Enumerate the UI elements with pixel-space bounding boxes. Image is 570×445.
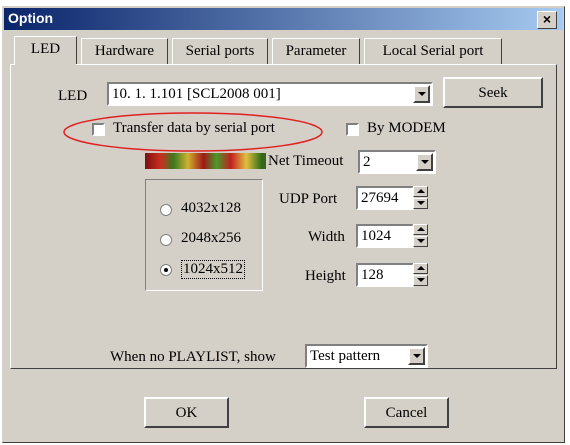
radio-4032x128[interactable] xyxy=(160,204,172,216)
led-label: LED xyxy=(58,88,88,104)
seek-button[interactable]: Seek xyxy=(443,77,543,108)
active-tab-join xyxy=(15,63,76,66)
playlist-dropdown-button[interactable] xyxy=(408,347,425,365)
height-input[interactable]: 128 xyxy=(356,263,414,287)
title-bar[interactable] xyxy=(4,8,563,30)
udp-port-label: UDP Port xyxy=(279,191,338,207)
close-button[interactable]: × xyxy=(537,11,557,29)
net-timeout-dropdown-button[interactable] xyxy=(416,153,433,171)
ok-button[interactable]: OK xyxy=(144,397,229,428)
radio-1024x512[interactable] xyxy=(160,264,172,276)
by-modem-label: By MODEM xyxy=(367,120,446,136)
radio-label-2048x256: 2048x256 xyxy=(181,230,241,246)
color-strip-image xyxy=(145,153,275,169)
width-spin-up[interactable] xyxy=(413,224,428,235)
tab-serial-ports[interactable]: Serial ports xyxy=(172,38,268,65)
led-dropdown-button[interactable] xyxy=(413,85,430,103)
tab-led[interactable]: LED xyxy=(14,36,77,65)
radio-2048x256[interactable] xyxy=(160,234,172,246)
udp-port-input[interactable]: 27694 xyxy=(356,186,414,210)
height-spin-up[interactable] xyxy=(413,263,428,274)
width-input[interactable]: 1024 xyxy=(356,224,414,248)
udp-port-spin-up[interactable] xyxy=(413,186,428,197)
radio-selected-dot xyxy=(164,268,168,272)
tab-hardware[interactable]: Hardware xyxy=(81,38,168,65)
udp-port-spin-down[interactable] xyxy=(413,198,428,209)
net-timeout-label: Net Timeout xyxy=(266,153,344,170)
radio-label-1024x512: 1024x512 xyxy=(181,260,245,279)
by-modem-checkbox[interactable] xyxy=(346,123,359,136)
transfer-serial-checkbox[interactable] xyxy=(92,123,105,136)
tab-parameter[interactable]: Parameter xyxy=(272,38,360,65)
width-spin-down[interactable] xyxy=(413,236,428,247)
tab-local-serial-port[interactable]: Local Serial port xyxy=(364,38,502,65)
window-title: Option xyxy=(8,10,54,26)
cancel-button[interactable]: Cancel xyxy=(364,397,449,428)
width-label: Width xyxy=(308,229,345,245)
height-spin-down[interactable] xyxy=(413,275,428,286)
height-label: Height xyxy=(305,268,346,284)
playlist-label: When no PLAYLIST, show xyxy=(110,349,276,365)
radio-label-4032x128: 4032x128 xyxy=(181,200,241,216)
transfer-serial-label: Transfer data by serial port xyxy=(113,120,275,136)
led-select[interactable]: 10. 1. 1.101 [SCL2008 001] xyxy=(107,82,433,106)
